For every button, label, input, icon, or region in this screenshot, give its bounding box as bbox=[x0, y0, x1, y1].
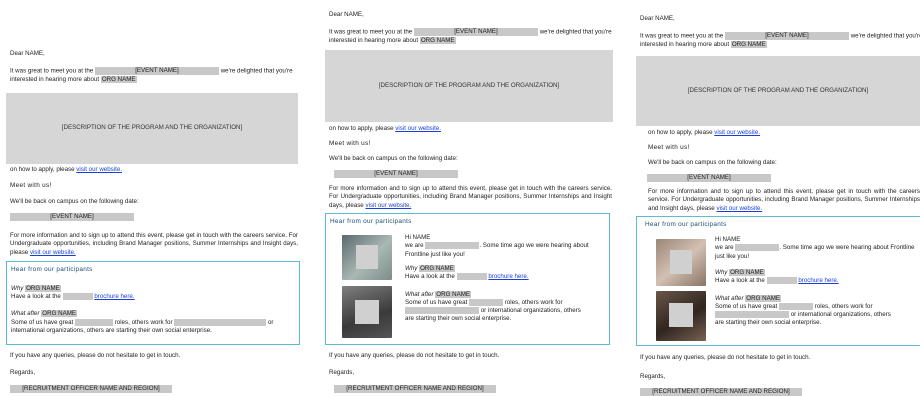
event-date-bar: [EVENT NAME] bbox=[334, 170, 458, 178]
org-name-highlight: ORG NAME bbox=[100, 76, 137, 83]
intro-paragraph: It was great to meet you at the [EVENT N… bbox=[329, 28, 612, 44]
meet-heading: Meet with us! bbox=[10, 182, 52, 189]
participant-photo-2 bbox=[342, 286, 392, 338]
participants-heading: Hear from our participants bbox=[11, 266, 93, 273]
participants-box: Hear from our participants Hi NAME we ar… bbox=[636, 216, 920, 346]
participants-box: Hear from our participants Hi NAME we ar… bbox=[325, 213, 610, 345]
regards: Regards, bbox=[10, 369, 36, 376]
brochure-line: Have a look at the brochure here. bbox=[715, 277, 839, 285]
officer-placeholder: [RECRUITMENT OFFICER NAME AND REGION] bbox=[334, 385, 496, 393]
participant-photo-1 bbox=[656, 239, 706, 286]
website-link-2[interactable]: visit our website. bbox=[365, 202, 411, 209]
event-date-bar: [EVENT NAME] bbox=[647, 174, 771, 182]
meet-heading: Meet with us! bbox=[648, 144, 690, 151]
campus-date-text: We'll be back on campus on the following… bbox=[648, 159, 777, 166]
website-link[interactable]: visit our website. bbox=[714, 129, 760, 136]
campus-date-text: We'll be back on campus on the following… bbox=[10, 198, 139, 205]
brochure-link[interactable]: brochure here. bbox=[488, 273, 528, 280]
event-name-placeholder: [EVENT NAME] bbox=[413, 28, 538, 36]
brochure-link[interactable]: brochure here. bbox=[94, 293, 134, 300]
queries-line: If you have any queries, please do not h… bbox=[640, 354, 811, 361]
participant-photo-1 bbox=[342, 235, 392, 280]
greeting: Dear NAME, bbox=[10, 50, 45, 57]
greeting: Dear NAME, bbox=[640, 15, 675, 22]
more-info-paragraph: For more information and to sign up to a… bbox=[10, 232, 298, 256]
apply-line: on how to apply, please visit our websit… bbox=[648, 129, 761, 136]
org-name-highlight: ORG NAME bbox=[419, 37, 456, 44]
campus-date-text: We'll be back on campus on the following… bbox=[329, 155, 458, 162]
description-placeholder: [DESCRIPTION OF THE PROGRAM AND THE ORGA… bbox=[6, 93, 298, 164]
intl-line: international organizations, others are … bbox=[11, 327, 212, 334]
queries-line: If you have any queries, please do not h… bbox=[329, 352, 500, 359]
description-placeholder: [DESCRIPTION OF THE PROGRAM AND THE ORGA… bbox=[636, 56, 920, 126]
intro-line: we are . Some time ago we were hearing a… bbox=[715, 244, 915, 260]
participants-box: Hear from our participants Why ORG NAME … bbox=[6, 261, 300, 345]
participant-photo-2 bbox=[656, 291, 706, 341]
brochure-line: Have a look at the brochure here. bbox=[11, 293, 135, 301]
event-name-placeholder: [EVENT NAME] bbox=[724, 32, 849, 40]
website-link-2[interactable]: visit our website. bbox=[716, 205, 762, 212]
intro-line: we are . Some time ago we were hearing a… bbox=[405, 242, 589, 258]
regards: Regards, bbox=[640, 373, 666, 380]
brochure-link[interactable]: brochure here. bbox=[798, 277, 838, 284]
description-placeholder: [DESCRIPTION OF THE PROGRAM AND THE ORGA… bbox=[325, 50, 613, 122]
website-link[interactable]: visit our website. bbox=[395, 125, 441, 132]
officer-placeholder: [RECRUITMENT OFFICER NAME AND REGION] bbox=[640, 388, 802, 396]
officer-placeholder: [RECRUITMENT OFFICER NAME AND REGION] bbox=[10, 385, 172, 393]
participants-heading: Hear from our participants bbox=[645, 221, 727, 228]
meet-heading: Meet with us! bbox=[329, 140, 371, 147]
starting-line: are starting their own social enterprise… bbox=[715, 319, 822, 326]
greeting: Dear NAME, bbox=[329, 11, 364, 18]
apply-line: on how to apply, please visit our websit… bbox=[329, 125, 442, 132]
what-after-line: What after ORG NAME bbox=[11, 310, 77, 317]
intro-paragraph: It was great to meet you at the [EVENT N… bbox=[10, 67, 293, 83]
regards: Regards, bbox=[329, 369, 355, 376]
event-date-bar: [EVENT NAME] bbox=[10, 213, 134, 221]
more-info-paragraph: For more information and to sign up to a… bbox=[648, 188, 920, 212]
intro-paragraph: It was great to meet you at the [EVENT N… bbox=[640, 32, 920, 48]
participants-heading: Hear from our participants bbox=[330, 218, 412, 225]
more-info-paragraph: For more information and to sign up to a… bbox=[329, 185, 612, 209]
apply-line: on how to apply, please visit our websit… bbox=[10, 166, 123, 173]
starting-line: are starting their own social enterprise… bbox=[405, 315, 512, 322]
website-link-2[interactable]: visit our website. bbox=[30, 249, 76, 256]
org-name-highlight: ORG NAME bbox=[730, 41, 767, 48]
queries-line: If you have any queries, please do not h… bbox=[10, 352, 181, 359]
website-link[interactable]: visit our website. bbox=[76, 166, 122, 173]
brochure-line: Have a look at the brochure here. bbox=[405, 273, 529, 281]
event-name-placeholder: [EVENT NAME] bbox=[94, 67, 219, 75]
